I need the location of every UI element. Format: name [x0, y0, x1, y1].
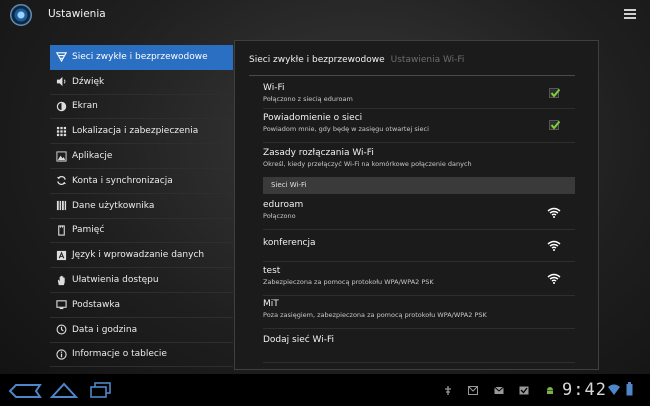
- sidebar-item-label: Aplikacje: [72, 151, 113, 162]
- apps-icon: [55, 150, 67, 162]
- sidebar-item-location-security[interactable]: Lokalizacja i zabezpieczenia: [50, 119, 233, 145]
- sidebar-item-applications[interactable]: Aplikacje: [50, 144, 233, 169]
- divider: [249, 75, 575, 76]
- tab-wireless[interactable]: Sieci zwykłe i bezprzewodowe: [249, 55, 385, 65]
- sidebar-item-sound[interactable]: Dźwięk: [50, 70, 233, 95]
- home-icon[interactable]: [50, 382, 78, 398]
- grid-lock-icon: [55, 125, 67, 137]
- sidebar-item-accessibility[interactable]: Ułatwienia dostępu: [50, 268, 233, 293]
- sidebar-item-accounts-sync[interactable]: Konta i synchronizacja: [50, 169, 233, 194]
- back-icon[interactable]: [8, 384, 42, 398]
- usb-debug-icon[interactable]: [443, 386, 453, 395]
- setting-title: Zasady rozłączania Wi-Fi: [263, 148, 374, 158]
- hand-icon: [55, 274, 67, 286]
- sidebar-item-storage[interactable]: Pamięć: [50, 219, 233, 244]
- sidebar-item-date-time[interactable]: Data i godzina: [50, 318, 233, 343]
- sidebar-item-label: Lokalizacja i zabezpieczenia: [72, 126, 199, 137]
- sidebar-item-label: Data i godzina: [72, 324, 138, 335]
- sidebar-item-label: Pamięć: [72, 225, 105, 236]
- android-icon[interactable]: [545, 386, 555, 395]
- network-name: MiT: [263, 299, 279, 309]
- setting-subtitle: Połączono z siecią eduroam: [263, 95, 353, 103]
- clock-icon: [55, 324, 67, 336]
- settings-detail-panel: Sieci zwykłe i bezprzewodowe Ustawienia W…: [234, 40, 599, 370]
- setting-title: Powiadomienie o sieci: [263, 113, 363, 123]
- wifi-locked-icon: [547, 273, 561, 284]
- network-name: eduroam: [263, 200, 304, 210]
- sidebar-item-label: Dźwięk: [72, 76, 105, 87]
- setting-network-notification[interactable]: Powiadomienie o sieci Powiadom mnie, gdy…: [263, 113, 575, 143]
- setting-wifi[interactable]: Wi-Fi Połączono z siecią eduroam: [263, 83, 575, 109]
- wifi-icon: [547, 240, 561, 251]
- network-name: konferencja: [263, 238, 316, 248]
- download-done-icon[interactable]: [519, 386, 529, 395]
- wifi-icon[interactable]: [608, 384, 620, 395]
- system-bar: 9:42: [0, 374, 650, 406]
- setting-wifi-sleep-policy[interactable]: Zasady rozłączania Wi-Fi Określ, kiedy p…: [263, 148, 575, 177]
- sidebar-item-language-input[interactable]: Język i wprowadzanie danych: [50, 243, 233, 269]
- network-item-mit[interactable]: MiT Poza zasięgiem, zabezpieczona za pom…: [263, 299, 575, 329]
- sidebar-item-label: Konta i synchronizacja: [72, 175, 173, 186]
- wifi-icon: [55, 51, 67, 63]
- network-name: test: [263, 266, 281, 276]
- language-icon: [55, 249, 67, 261]
- network-item-test[interactable]: test Zabezpieczona za pomocą protokołu W…: [263, 266, 575, 296]
- setting-title: Wi-Fi: [263, 83, 285, 93]
- add-network-label: Dodaj sieć Wi-Fi: [263, 335, 335, 345]
- sidebar-item-about-tablet[interactable]: Informacje o tablecie: [50, 343, 233, 368]
- network-status: Zabezpieczona za pomocą protokołu WPA/WP…: [263, 278, 434, 286]
- dock-icon: [55, 299, 67, 311]
- wifi-locked-icon: [547, 207, 561, 218]
- network-notification-checkbox[interactable]: [549, 120, 560, 130]
- sync-icon: [55, 175, 67, 187]
- checkmark-icon: [550, 120, 560, 130]
- setting-subtitle: Powiadom mnie, gdy będę w zasięgu otwart…: [263, 125, 429, 133]
- mail-icon[interactable]: [494, 386, 504, 395]
- sidebar-item-user-data[interactable]: Dane użytkownika: [50, 194, 233, 219]
- battery-icon[interactable]: [626, 382, 633, 396]
- settings-sidebar: Sieci zwykłe i bezprzewodowe Dźwięk Ekra…: [50, 45, 233, 368]
- sidebar-item-wireless[interactable]: Sieci zwykłe i bezprzewodowe: [50, 45, 233, 70]
- sidebar-item-label: Język i wprowadzanie danych: [72, 250, 205, 261]
- storage-icon: [55, 224, 67, 236]
- gmail-icon[interactable]: [468, 386, 478, 395]
- sidebar-item-label: Ekran: [72, 101, 98, 112]
- add-wifi-network-button[interactable]: Dodaj sieć Wi-Fi: [263, 335, 575, 363]
- sidebar-item-label: Informacje o tablecie: [72, 349, 167, 360]
- network-status: Połączono: [263, 212, 296, 220]
- menu-icon[interactable]: [624, 9, 636, 20]
- tab-wifi-settings[interactable]: Ustawienia Wi-Fi: [391, 55, 465, 65]
- breadcrumb: Sieci zwykłe i bezprzewodowe Ustawienia W…: [249, 55, 464, 65]
- checkmark-icon: [550, 88, 560, 98]
- sidebar-item-label: Dane użytkownika: [72, 200, 155, 211]
- sidebar-item-dock[interactable]: Podstawka: [50, 293, 233, 318]
- action-bar: Ustawienia: [0, 0, 650, 30]
- sidebar-item-label: Podstawka: [72, 299, 120, 310]
- network-status: Poza zasięgiem, zabezpieczona za pomocą …: [263, 311, 487, 319]
- brightness-icon: [55, 100, 67, 112]
- info-icon: [55, 348, 67, 360]
- network-item-eduroam[interactable]: eduroam Połączono: [263, 200, 575, 230]
- section-header-wifi-networks: Sieci Wi-Fi: [263, 177, 575, 194]
- settings-app-icon[interactable]: [10, 4, 32, 26]
- clock[interactable]: 9:42: [562, 380, 607, 400]
- data-icon: [55, 200, 67, 212]
- app-title: Ustawienia: [48, 8, 106, 20]
- wifi-checkbox[interactable]: [549, 88, 560, 98]
- recent-apps-icon[interactable]: [90, 382, 112, 398]
- sidebar-item-label: Sieci zwykłe i bezprzewodowe: [72, 51, 208, 62]
- sidebar-item-label: Ułatwienia dostępu: [72, 275, 159, 286]
- network-item-konferencja[interactable]: konferencja: [263, 234, 575, 262]
- speaker-icon: [55, 76, 67, 88]
- sidebar-item-display[interactable]: Ekran: [50, 95, 233, 120]
- setting-subtitle: Określ, kiedy przełączyć Wi-Fi na komórk…: [263, 160, 472, 168]
